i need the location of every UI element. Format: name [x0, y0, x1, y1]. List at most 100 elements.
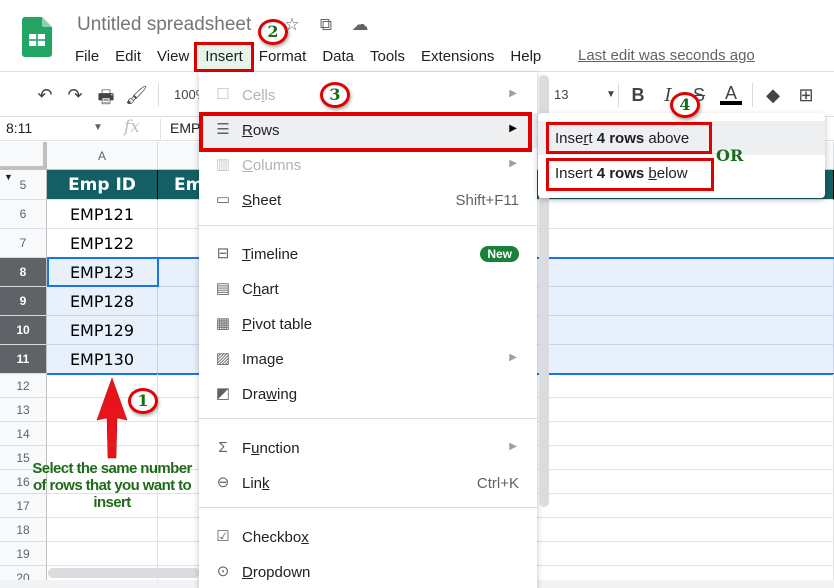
row-header-14[interactable]: 14	[0, 422, 47, 446]
menu-help[interactable]: Help	[502, 45, 549, 69]
name-box-caret-icon[interactable]: ▼	[93, 122, 103, 133]
chart-icon: ▤	[215, 280, 231, 297]
submenu-arrow-icon: ▶	[509, 352, 517, 363]
menu-item-timeline[interactable]: ⊟ Timeline New	[199, 237, 537, 272]
menu-item-label: Dropdown	[242, 564, 311, 581]
document-title[interactable]: Untitled spreadsheet	[77, 14, 251, 36]
menu-item-image[interactable]: ▨ Image ▶	[199, 342, 537, 377]
step-3-callout: 3	[320, 82, 350, 108]
move-folder-icon[interactable]: ⧉	[316, 15, 336, 35]
fill-color-icon[interactable]: ◆	[762, 85, 784, 106]
toolbar-divider	[158, 83, 159, 107]
function-icon: Σ	[218, 439, 228, 456]
menu-item-cells[interactable]: ☐ Cells ▶	[199, 78, 537, 113]
menu-item-sheet[interactable]: ▭ Sheet Shift+F11	[199, 183, 537, 218]
menu-item-columns[interactable]: ▥ Columns ▶	[199, 148, 537, 183]
cell-a7[interactable]: EMP122	[47, 229, 158, 258]
step-2-callout: 2	[258, 19, 288, 45]
timeline-icon: ⊟	[216, 245, 230, 262]
menu-item-label: Cells	[242, 87, 276, 104]
undo-icon[interactable]: ↶	[34, 85, 56, 106]
menu-data[interactable]: Data	[314, 45, 362, 69]
paint-format-icon[interactable]: 🖌	[125, 85, 148, 106]
cloud-saved-icon[interactable]: ☁	[350, 15, 370, 35]
menu-item-drawing[interactable]: ◩ Drawing	[199, 377, 537, 412]
toolbar-divider	[618, 83, 619, 107]
select-all-corner[interactable]	[0, 142, 47, 170]
merge-cells-icon[interactable]: ⁞	[824, 85, 834, 106]
row-header-18[interactable]: 18	[0, 518, 47, 542]
row-header-10[interactable]: 10	[0, 316, 47, 345]
fx-icon: fx	[124, 117, 140, 137]
menu-item-link[interactable]: ⊖ Link Ctrl+K	[199, 466, 537, 501]
cell-a5[interactable]: Emp ID	[47, 170, 158, 200]
menu-item-chart[interactable]: ▤ Chart	[199, 272, 537, 307]
menu-divider	[199, 507, 537, 508]
row-header-8[interactable]: 8	[0, 258, 47, 287]
cell-a19[interactable]	[47, 542, 158, 566]
cell-a9[interactable]: EMP128	[47, 287, 158, 316]
borders-icon[interactable]: ⊞	[795, 85, 817, 106]
menu-tools[interactable]: Tools	[362, 45, 413, 69]
menu-view[interactable]: View	[149, 45, 197, 69]
menu-divider	[199, 418, 537, 419]
redo-icon[interactable]: ↷	[64, 85, 86, 106]
menu-extensions[interactable]: Extensions	[413, 45, 502, 69]
row-header-13[interactable]: 13	[0, 398, 47, 422]
pivot-table-icon: ▦	[215, 315, 231, 332]
row-header-6[interactable]: 6	[0, 200, 47, 229]
step-1-callout: 1	[128, 388, 158, 414]
bold-icon[interactable]: B	[627, 85, 649, 106]
step-4-callout: 4	[670, 92, 700, 118]
freeze-handle-icon[interactable]: ▼	[4, 172, 13, 182]
submenu-arrow-icon: ▶	[509, 441, 517, 452]
row-header-9[interactable]: 9	[0, 287, 47, 316]
menu-edit[interactable]: Edit	[107, 45, 149, 69]
or-label: OR	[716, 146, 744, 165]
row-header-7[interactable]: 7	[0, 229, 47, 258]
dropdown-icon: ⊙	[216, 563, 230, 580]
toolbar-divider	[752, 83, 753, 107]
cell-a6[interactable]: EMP121	[47, 200, 158, 229]
row-header-12[interactable]: 12	[0, 374, 47, 398]
submenu-arrow-icon: ▶	[509, 88, 517, 99]
menu-format[interactable]: Format	[251, 45, 315, 69]
menu-file[interactable]: File	[67, 45, 107, 69]
sheets-logo-icon[interactable]	[22, 17, 52, 57]
cell-a11[interactable]: EMP130	[47, 345, 158, 374]
active-cell	[47, 257, 159, 287]
cell-a18[interactable]	[47, 518, 158, 542]
cell-a10[interactable]: EMP129	[47, 316, 158, 345]
menu-bar: File Edit View Insert Format Data Tools …	[67, 42, 549, 72]
sheet-icon: ▭	[215, 191, 231, 208]
menu-item-checkbox[interactable]: ☑ Checkbox	[199, 520, 537, 555]
image-icon: ▨	[215, 350, 231, 367]
menu-item-label: Link	[242, 475, 270, 492]
new-badge: New	[480, 246, 519, 262]
menu-item-label: Drawing	[242, 386, 298, 403]
highlight-insert-below	[546, 158, 714, 191]
print-icon[interactable]: 🖶	[95, 85, 117, 115]
horizontal-scrollbar[interactable]	[48, 568, 200, 578]
menu-insert[interactable]: Insert	[194, 42, 254, 72]
menu-item-pivot-table[interactable]: ▦ Pivot table	[199, 307, 537, 342]
text-color-icon[interactable]: A	[720, 83, 742, 105]
columns-icon: ▥	[215, 156, 231, 173]
name-box[interactable]: 8:11	[6, 120, 32, 136]
row-header-19[interactable]: 19	[0, 542, 47, 566]
up-arrow-icon	[96, 378, 128, 459]
highlight-rows-item	[199, 112, 532, 152]
shortcut-label: Ctrl+K	[476, 475, 519, 492]
row-header-11[interactable]: 11	[0, 345, 47, 374]
menu-item-dropdown[interactable]: ⊙ Dropdown	[199, 555, 537, 588]
highlight-insert-above	[546, 122, 712, 154]
menu-item-function[interactable]: Σ Function ▶	[199, 431, 537, 466]
last-edit-link[interactable]: Last edit was seconds ago	[578, 47, 755, 64]
column-header-a[interactable]: A	[47, 142, 158, 170]
menu-item-label: Columns	[242, 157, 302, 174]
menu-item-label: Image	[242, 351, 284, 368]
menu-item-label: Checkbox	[242, 529, 309, 546]
menu-item-label: Function	[242, 440, 300, 457]
title-bar: Untitled spreadsheet ☆ ⧉ ☁ File Edit Vie…	[0, 0, 834, 72]
font-size-select[interactable]: 13	[554, 87, 568, 102]
